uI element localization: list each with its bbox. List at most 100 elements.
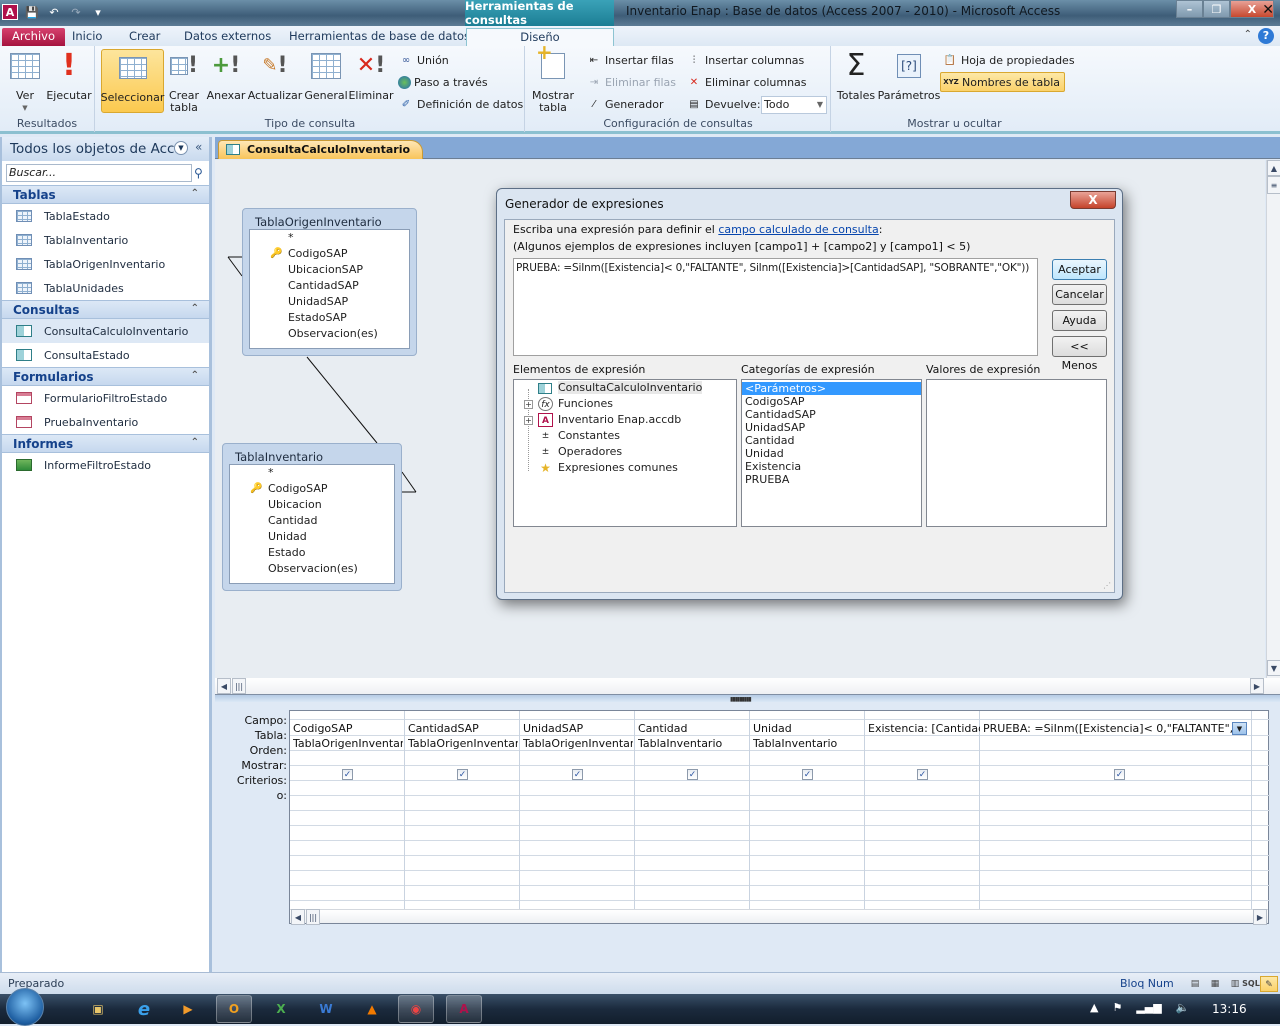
category-item[interactable]: CantidadSAP (742, 408, 921, 421)
category-item[interactable]: <Parámetros> (742, 382, 921, 395)
show-hidden-icons[interactable]: ▲ (1090, 1001, 1098, 1014)
menos-button[interactable]: << Menos (1052, 336, 1107, 372)
redo-icon[interactable]: ↷ (68, 4, 84, 20)
query-design-grid[interactable]: CodigoSAP TablaOrigenInventario ✓ Cantid… (289, 710, 1270, 925)
show-checkbox[interactable]: ✓ (917, 769, 928, 780)
taskbar-access-icon[interactable]: A (446, 995, 482, 1023)
show-checkbox[interactable]: ✓ (1114, 769, 1125, 780)
nav-search-input[interactable]: Buscar... (6, 164, 192, 182)
seleccionar-button[interactable]: Seleccionar (101, 49, 164, 113)
restore-button[interactable]: ❐ (1203, 0, 1230, 18)
chevron-down-icon[interactable]: ▼ (174, 141, 188, 155)
actualizar-button[interactable]: ✎! Actualizar (248, 50, 303, 102)
ejecutar-button[interactable]: ! Ejecutar (46, 50, 92, 102)
minimize-button[interactable]: – (1176, 0, 1203, 18)
clock[interactable]: 13:16 (1212, 1002, 1247, 1016)
nav-section-formularios[interactable]: Formularios ⌃ (2, 367, 209, 386)
expand-icon[interactable]: + (524, 400, 533, 409)
show-checkbox[interactable]: ✓ (687, 769, 698, 780)
taskbar-word-icon[interactable]: W (308, 995, 344, 1023)
tree-item[interactable]: ConsultaCalculoInventario (514, 380, 736, 396)
collapse-icon[interactable]: ⌃ (191, 437, 199, 448)
field-item[interactable]: * (250, 230, 409, 246)
taskbar-explorer-icon[interactable]: ▣ (80, 995, 116, 1023)
canvas-horizontal-scrollbar[interactable]: ◀ ||| ▶ (215, 678, 1280, 694)
field-item[interactable]: Cantidad (230, 513, 394, 529)
category-item[interactable]: Unidad (742, 447, 921, 460)
nav-item-table[interactable]: TablaEstado (2, 204, 209, 228)
grid-column[interactable]: CantidadSAP TablaOrigenInventario ✓ (405, 711, 520, 911)
nav-item-query[interactable]: ConsultaCalculoInventario (2, 319, 209, 343)
expression-elements-tree[interactable]: ConsultaCalculoInventario + fx Funciones +… (513, 379, 737, 527)
expand-icon[interactable]: + (524, 416, 533, 425)
dialog-close-button[interactable]: X (1070, 191, 1116, 209)
canvas-vertical-scrollbar[interactable]: ▲ ≡ ▼ (1266, 160, 1280, 678)
tree-item[interactable]: + A Inventario Enap.accdb (514, 412, 736, 428)
flag-icon[interactable]: ⚑ (1112, 1001, 1122, 1014)
hoja-propiedades-button[interactable]: 📋 Hoja de propiedades (942, 50, 1075, 70)
tree-item[interactable]: ± Constantes (514, 428, 736, 444)
sql-view-icon[interactable]: SQL (1242, 976, 1260, 992)
start-button[interactable] (6, 988, 44, 1026)
show-checkbox[interactable]: ✓ (342, 769, 353, 780)
grid-column[interactable]: PRUEBA: =SiInm([Existencia]< 0,"FALTANTE… (980, 711, 1252, 911)
nav-section-tablas[interactable]: Tablas ⌃ (2, 185, 209, 204)
grid-horizontal-scrollbar[interactable]: ◀ ||| ▶ (290, 909, 1268, 925)
tab-inicio[interactable]: Inicio (62, 28, 112, 46)
field-item[interactable]: EstadoSAP (250, 310, 409, 326)
table-box-tabla-origen-inventario[interactable]: TablaOrigenInventario * 🔑 CodigoSAP Ubica… (242, 208, 417, 356)
scroll-up-button[interactable]: ▲ (1267, 160, 1280, 176)
grid-column[interactable]: Unidad TablaInventario ✓ (750, 711, 865, 911)
definicion-datos-button[interactable]: ✐ Definición de datos (398, 94, 523, 114)
grid-column[interactable]: UnidadSAP TablaOrigenInventario ✓ (520, 711, 635, 911)
expression-categories-list[interactable]: <Parámetros> CodigoSAP CantidadSAP Unida… (741, 379, 922, 527)
parametros-button[interactable]: [?] Parámetros (878, 50, 940, 102)
generador-button[interactable]: ⁄ Generador (586, 94, 663, 114)
crear-tabla-button[interactable]: ! Crear tabla (166, 50, 202, 114)
scroll-thumb[interactable]: ≡ (1267, 176, 1280, 194)
document-tab[interactable]: ConsultaCalculoInventario (218, 140, 424, 159)
field-dropdown-button[interactable]: ▼ (1232, 722, 1247, 735)
undo-icon[interactable]: ↶ (46, 4, 62, 20)
scroll-right-button[interactable]: ▶ (1253, 909, 1267, 925)
tab-datos-externos[interactable]: Datos externos (174, 28, 281, 46)
nav-header[interactable]: Todos los objetos de Acc... ▼ « (2, 137, 209, 161)
grid-column[interactable]: CodigoSAP TablaOrigenInventario ✓ (290, 711, 405, 911)
close-document-icon[interactable]: ✕ (1262, 2, 1274, 18)
nav-item-table[interactable]: TablaUnidades (2, 276, 209, 300)
taskbar-excel-icon[interactable]: X (263, 995, 299, 1023)
tab-herramientas-base-datos[interactable]: Herramientas de base de datos (279, 28, 480, 46)
tree-item[interactable]: + fx Funciones (514, 396, 736, 412)
eliminar-columnas-button[interactable]: ✕ Eliminar columnas (686, 72, 807, 92)
anexar-button[interactable]: +! Anexar (206, 50, 246, 102)
field-item[interactable]: Estado (230, 545, 394, 561)
nav-item-table[interactable]: TablaInventario (2, 228, 209, 252)
scroll-down-button[interactable]: ▼ (1267, 660, 1280, 676)
category-item[interactable]: Existencia (742, 460, 921, 473)
field-item[interactable]: Ubicacion (230, 497, 394, 513)
insertar-filas-button[interactable]: ⇤ Insertar filas (586, 50, 674, 70)
union-button[interactable]: ∞ Unión (398, 50, 449, 70)
ayuda-button[interactable]: Ayuda (1052, 310, 1107, 331)
grid-column[interactable]: Cantidad TablaInventario ✓ (635, 711, 750, 911)
paso-a-traves-button[interactable]: Paso a través (398, 72, 488, 92)
minimize-ribbon-icon[interactable]: ⌃ (1244, 29, 1252, 40)
field-item[interactable]: 🔑 CodigoSAP (250, 246, 409, 262)
scroll-thumb[interactable]: ||| (306, 909, 320, 925)
nav-item-form[interactable]: PruebaInventario (2, 410, 209, 434)
scroll-thumb[interactable]: ||| (232, 678, 246, 694)
taskbar-outlook-icon[interactable]: O (216, 995, 252, 1023)
scroll-left-button[interactable]: ◀ (217, 678, 231, 694)
category-item[interactable]: UnidadSAP (742, 421, 921, 434)
help-icon[interactable]: ? (1258, 28, 1274, 44)
collapse-icon[interactable]: ⌃ (191, 370, 199, 381)
field-item[interactable]: UnidadSAP (250, 294, 409, 310)
nav-item-report[interactable]: InformeFiltroEstado (2, 453, 209, 477)
devuelve-select[interactable]: Todo ▼ (761, 96, 827, 114)
taskbar-chrome-icon[interactable]: ◉ (398, 995, 434, 1023)
collapse-pane-icon[interactable]: « (195, 140, 202, 154)
ver-button[interactable]: Ver ▼ (8, 50, 42, 114)
field-item[interactable]: Observacion(es) (250, 326, 409, 342)
scroll-right-button[interactable]: ▶ (1250, 678, 1264, 694)
access-logo-icon[interactable]: A (2, 4, 18, 20)
